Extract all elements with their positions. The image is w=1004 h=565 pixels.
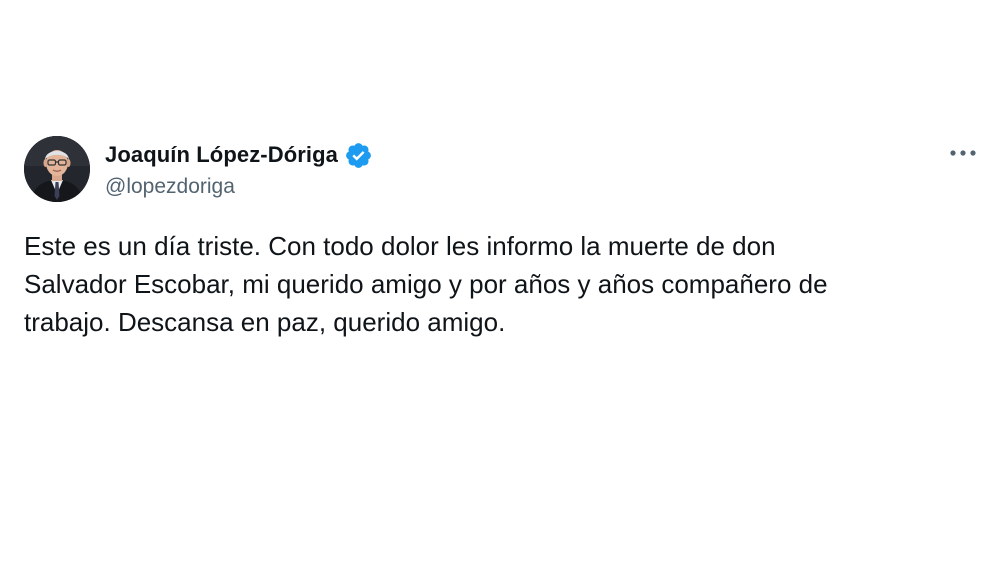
tweet-text-line: Salvador Escobar, mi querido amigo y por…	[24, 269, 828, 299]
tweet-card: Joaquín López-Dóriga @lopezdoriga Este e…	[0, 0, 1004, 565]
author-display-name[interactable]: Joaquín López-Dóriga	[105, 142, 338, 168]
author-handle[interactable]: @lopezdoriga	[105, 175, 235, 199]
tweet-text-line: trabajo. Descansa en paz, querido amigo.	[24, 307, 506, 337]
more-options-button[interactable]	[943, 138, 983, 168]
tweet-text: Este es un día triste. Con todo dolor le…	[24, 227, 964, 341]
more-horizontal-icon	[950, 150, 976, 156]
profile-photo-icon	[24, 136, 90, 202]
author-avatar[interactable]	[24, 136, 90, 202]
verified-badge-icon[interactable]	[344, 141, 373, 170]
author-name-row: Joaquín López-Dóriga	[105, 140, 373, 170]
tweet-text-line: Este es un día triste. Con todo dolor le…	[24, 231, 776, 261]
